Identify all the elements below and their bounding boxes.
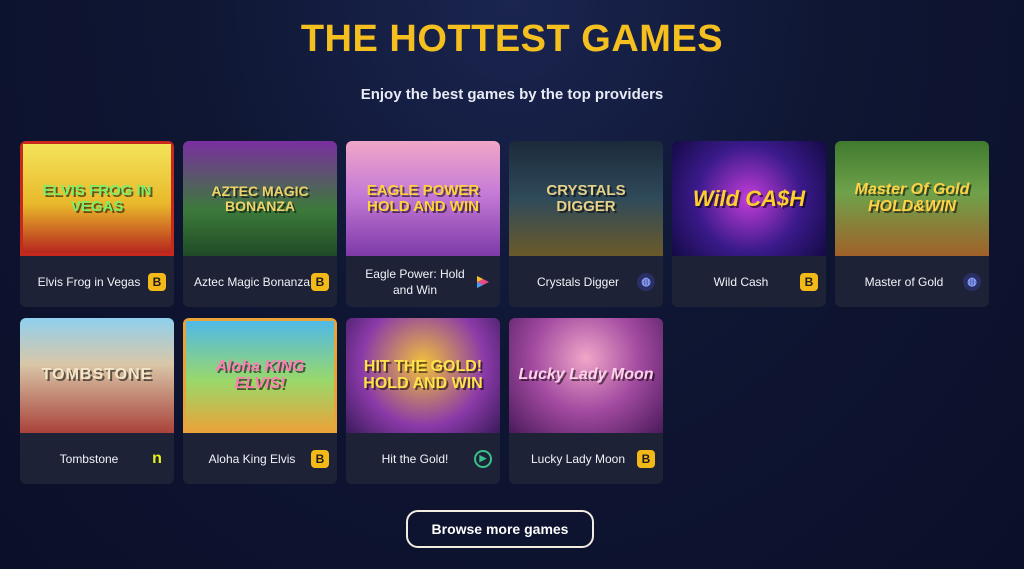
game-info: Wild Cash B (672, 256, 826, 307)
game-info: Elvis Frog in Vegas B (20, 256, 174, 307)
game-card-hit-the-gold[interactable]: HIT THE GOLD! HOLD AND WIN Hit the Gold!… (346, 318, 500, 484)
game-name: Aztec Magic Bonanza (193, 274, 311, 289)
game-thumbnail[interactable]: CRYSTALS DIGGER (509, 141, 663, 256)
game-art-text: Lucky Lady Moon (518, 366, 654, 384)
game-card-aloha-king-elvis[interactable]: Aloha KING ELVIS! Aloha King Elvis B (183, 318, 337, 484)
b-provider-icon: B (311, 449, 329, 468)
game-card-elvis-frog[interactable]: ELVIS FROG IN VEGAS Elvis Frog in Vegas … (20, 141, 174, 307)
game-name: Eagle Power: Hold and Win (365, 266, 465, 297)
game-name: Lucky Lady Moon (530, 451, 626, 466)
page-title: THE HOTTEST GAMES (300, 18, 724, 60)
game-name: Aloha King Elvis (208, 451, 296, 466)
game-name: Wild Cash (713, 274, 769, 289)
game-card-aztec-magic[interactable]: AZTEC MAGIC BONANZA Aztec Magic Bonanza … (183, 141, 337, 307)
triangle-provider-icon (474, 273, 492, 291)
game-thumbnail[interactable]: AZTEC MAGIC BONANZA (183, 141, 337, 256)
game-name: Tombstone (59, 451, 119, 466)
game-art-text: CRYSTALS DIGGER (546, 181, 626, 215)
game-name: Master of Gold (864, 274, 944, 289)
game-card-wild-cash[interactable]: Wild CA$H Wild Cash B (672, 141, 826, 307)
ring-provider-icon: ▶ (474, 449, 492, 468)
game-card-crystals-digger[interactable]: CRYSTALS DIGGER Crystals Digger ◍ (509, 141, 663, 307)
game-name: Elvis Frog in Vegas (37, 274, 141, 289)
game-thumbnail[interactable]: Lucky Lady Moon (509, 318, 663, 433)
game-art-text: EAGLE POWER HOLD AND WIN (366, 181, 480, 215)
globe-provider-icon: ◍ (637, 272, 655, 291)
game-info: Aloha King Elvis B (183, 433, 337, 484)
b-provider-icon: B (148, 272, 166, 291)
game-card-master-of-gold[interactable]: Master Of Gold HOLD&WIN Master of Gold ◍ (835, 141, 989, 307)
game-name: Crystals Digger (536, 274, 620, 289)
browse-more-games-button[interactable]: Browse more games (406, 510, 594, 548)
game-name: Hit the Gold! (381, 451, 449, 466)
game-card-tombstone[interactable]: TOMBSTONE Tombstone n (20, 318, 174, 484)
game-art-text: Aloha KING ELVIS! (215, 357, 305, 392)
game-thumbnail[interactable]: Master Of Gold HOLD&WIN (835, 141, 989, 256)
game-info: Eagle Power: Hold and Win (346, 256, 500, 307)
game-art-text: HIT THE GOLD! HOLD AND WIN (363, 357, 483, 392)
game-info: Master of Gold ◍ (835, 256, 989, 307)
globe-provider-icon: ◍ (963, 272, 981, 291)
game-card-eagle-power[interactable]: EAGLE POWER HOLD AND WIN Eagle Power: Ho… (346, 141, 500, 307)
game-info: Tombstone n (20, 433, 174, 484)
game-thumbnail[interactable]: TOMBSTONE (20, 318, 174, 433)
b-provider-icon: B (637, 449, 655, 468)
page-subtitle: Enjoy the best games by the top provider… (360, 86, 664, 103)
b-provider-icon: B (800, 272, 818, 291)
game-info: Hit the Gold! ▶ (346, 433, 500, 484)
games-grid: ELVIS FROG IN VEGAS Elvis Frog in Vegas … (20, 141, 990, 484)
game-thumbnail[interactable]: Aloha KING ELVIS! (183, 318, 337, 433)
game-info: Aztec Magic Bonanza B (183, 256, 337, 307)
game-art-text: Master Of Gold HOLD&WIN (854, 180, 970, 215)
n-provider-icon: n (152, 449, 162, 467)
game-art-text: AZTEC MAGIC BONANZA (211, 182, 309, 214)
game-info: Crystals Digger ◍ (509, 256, 663, 307)
game-info: Lucky Lady Moon B (509, 433, 663, 484)
game-thumbnail[interactable]: Wild CA$H (672, 141, 826, 256)
game-art-text: ELVIS FROG IN VEGAS (42, 181, 152, 215)
game-art-text: Wild CA$H (692, 185, 806, 211)
game-card-lucky-lady-moon[interactable]: Lucky Lady Moon Lucky Lady Moon B (509, 318, 663, 484)
game-thumbnail[interactable]: HIT THE GOLD! HOLD AND WIN (346, 318, 500, 433)
game-thumbnail[interactable]: ELVIS FROG IN VEGAS (20, 141, 174, 256)
game-thumbnail[interactable]: EAGLE POWER HOLD AND WIN (346, 141, 500, 256)
game-art-text: TOMBSTONE (41, 366, 153, 384)
b-provider-icon: B (311, 272, 329, 291)
